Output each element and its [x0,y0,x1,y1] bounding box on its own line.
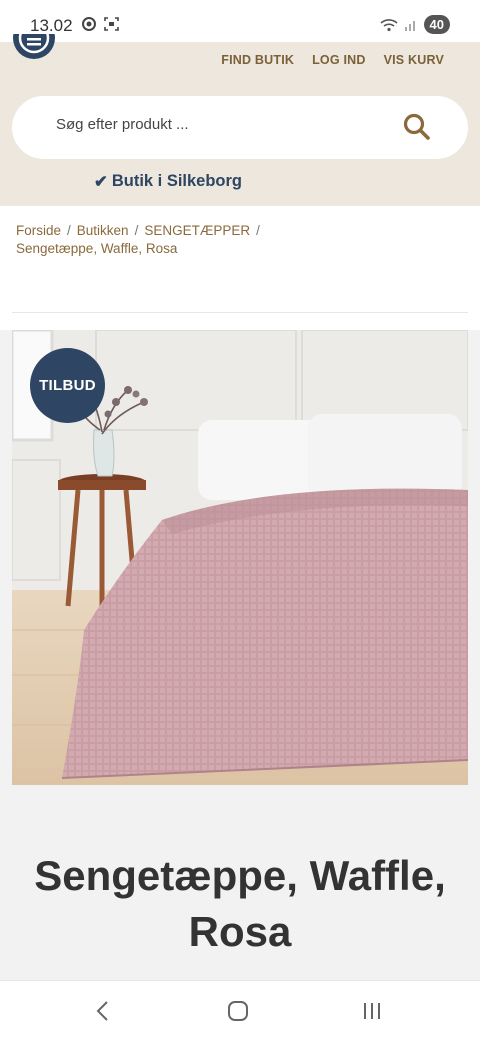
breadcrumb-home[interactable]: Forside [16,223,61,238]
back-icon[interactable] [88,999,118,1023]
chrome-icon [82,17,96,31]
system-nav-bar [0,980,480,1040]
battery-indicator: 40 [423,15,450,34]
top-navigation: FIND BUTIK LOG IND VIS KURV [221,53,444,67]
home-icon[interactable] [223,999,253,1023]
checkmark-icon: ✔ [94,173,108,191]
status-bar: 13.02 40 [0,0,480,42]
screenshot-icon [104,17,119,31]
store-location[interactable]: ✔ Butik i Silkeborg [94,172,242,192]
search-icon[interactable] [402,112,432,142]
breadcrumb-current: Sengetæppe, Waffle, Rosa [16,241,178,256]
breadcrumb-separator: / [67,223,71,238]
view-cart-link[interactable]: VIS KURV [384,53,444,67]
breadcrumb: Forside / Butikken / SENGETÆPPER / Sengetæppe… [16,222,456,258]
store-location-label: Butik i Silkeborg [111,172,243,190]
sale-badge: TILBUD [30,348,105,423]
search-input[interactable] [56,116,376,133]
breadcrumb-category[interactable]: SENGETÆPPER [144,223,250,238]
logo[interactable] [12,34,56,62]
product-title: Sengetæppe, Waffle, Rosa [34,852,446,955]
login-link[interactable]: LOG IND [312,53,365,67]
signal-icon [404,20,415,31]
breadcrumb-separator: / [134,223,139,238]
site-header: FIND BUTIK LOG IND VIS KURV ✔ Butik i Si… [0,34,480,206]
breadcrumb-separator: / [256,223,260,238]
wifi-icon [379,18,398,31]
search-bar [12,96,468,159]
status-time: 13.02 [30,16,73,35]
breadcrumb-shop[interactable]: Butikken [77,223,129,238]
find-store-link[interactable]: FIND BUTIK [221,53,294,67]
recent-apps-icon[interactable] [358,999,388,1023]
divider [12,312,468,313]
